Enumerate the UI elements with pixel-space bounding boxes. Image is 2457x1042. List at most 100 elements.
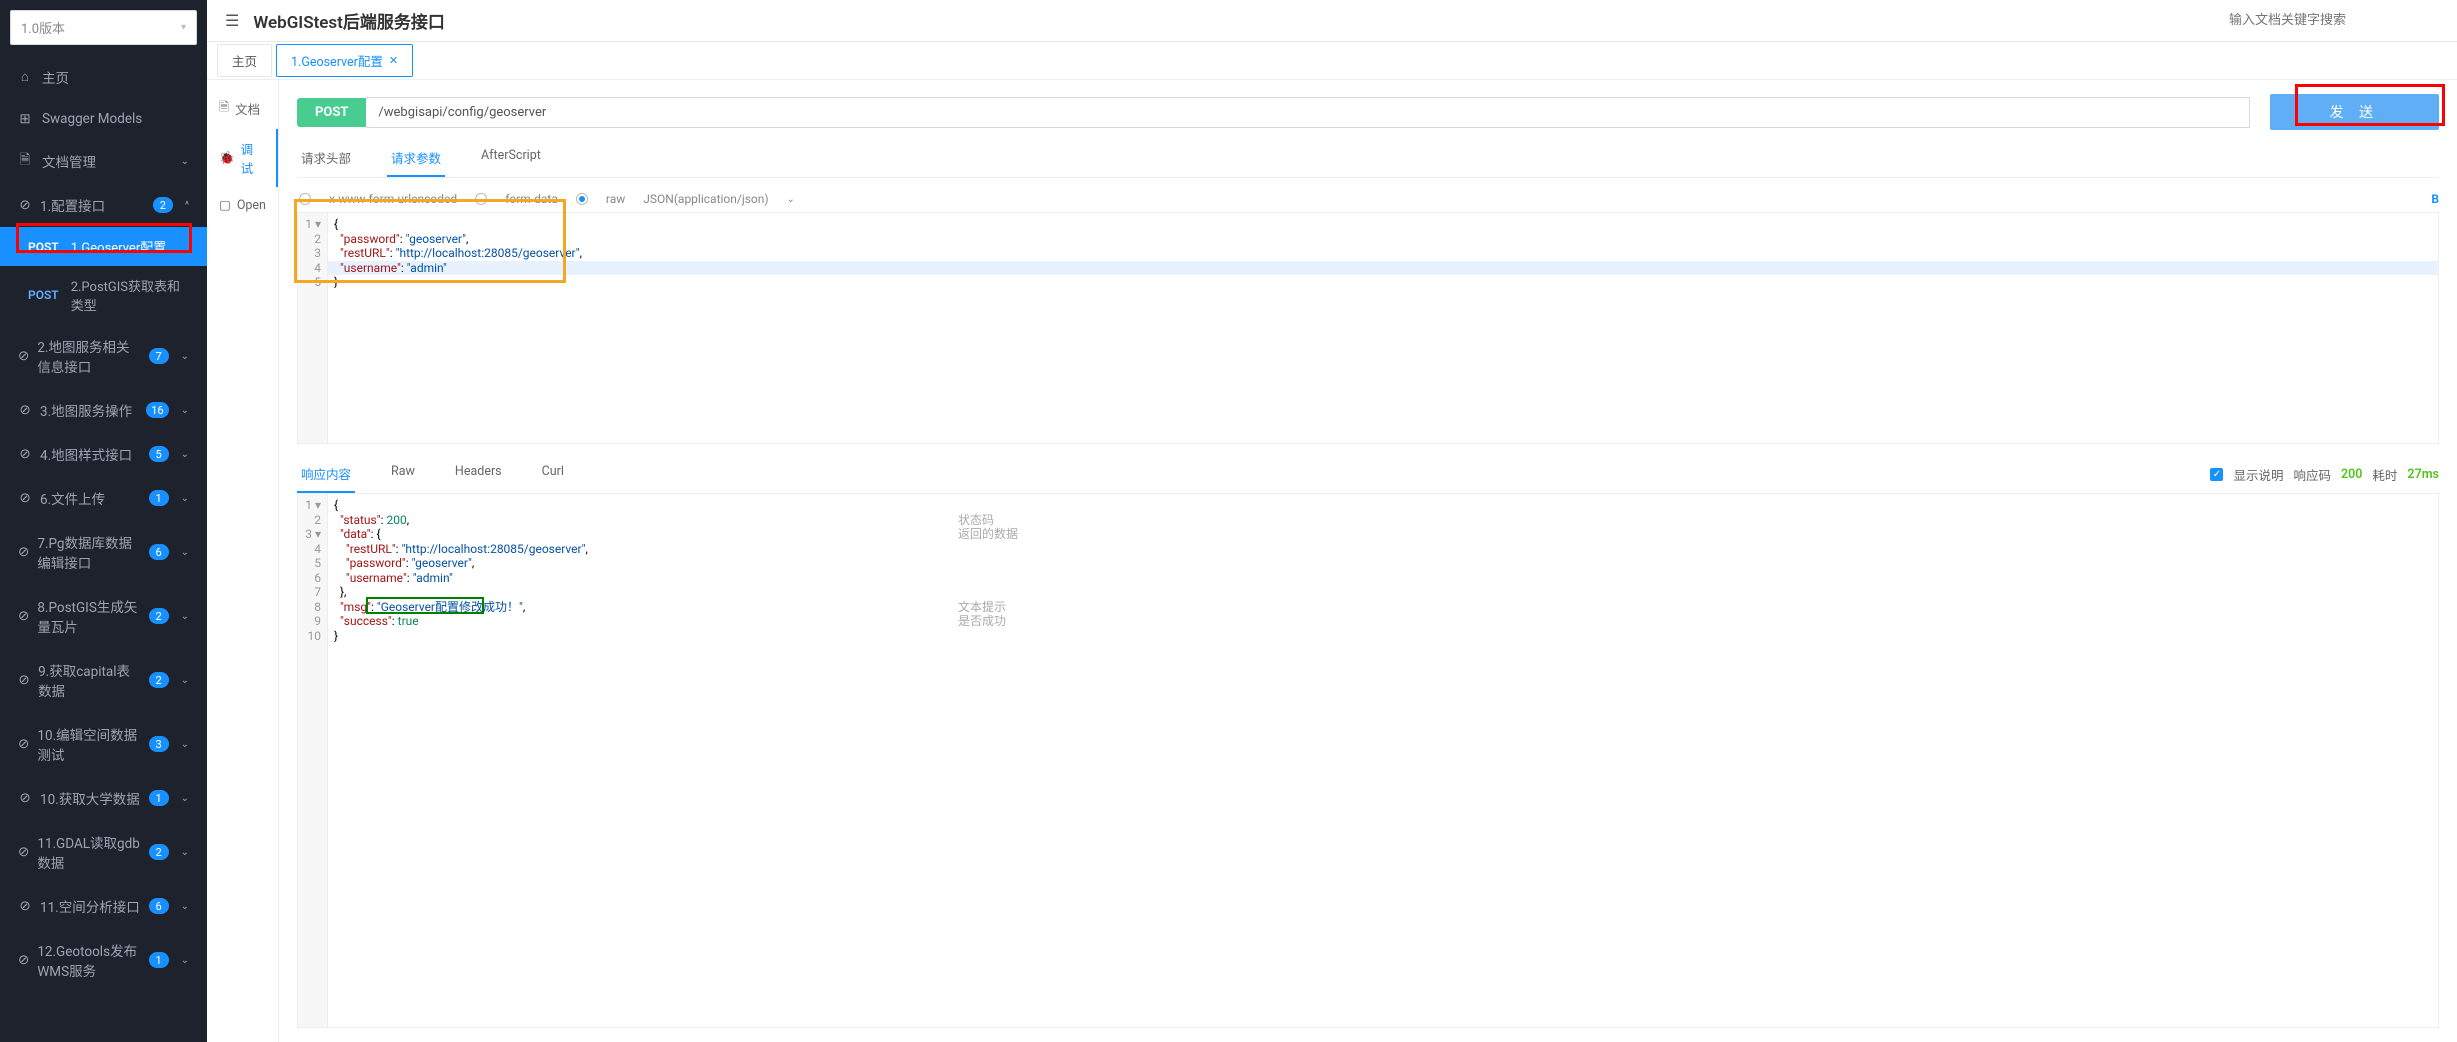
req-tab-headers[interactable]: 请求头部 — [297, 140, 355, 177]
mini-doc[interactable]: 🗎文档 — [207, 88, 278, 129]
radio-urlencoded[interactable] — [299, 193, 311, 205]
response-body[interactable]: 1 ▾23 ▾45678910 { "status": 200, "data":… — [297, 494, 2439, 1028]
method-badge: POST — [297, 98, 366, 127]
nav-section-8[interactable]: ⊘8.PostGIS生成矢量瓦片2⌄ — [0, 584, 207, 648]
nav-section-7[interactable]: ⊘7.Pg数据库数据编辑接口6⌄ — [0, 520, 207, 584]
link-icon: ⊘ — [18, 673, 30, 687]
badge-count: 2 — [149, 608, 169, 624]
chevron-up-icon: ^ — [185, 200, 189, 211]
chevron-down-icon: ⌄ — [181, 493, 189, 504]
status-code: 200 — [2341, 467, 2362, 482]
link-icon: ⊘ — [18, 545, 29, 559]
link-icon: ⊘ — [18, 491, 32, 505]
nav-section-1[interactable]: ⊘ 1.配置接口 2 ^ — [0, 183, 207, 227]
home-icon: ⌂ — [18, 70, 32, 84]
nav-section-label: 6.文件上传 — [40, 488, 105, 508]
badge-count: 2 — [153, 197, 173, 213]
nav-docmgmt-label: 文档管理 — [42, 151, 96, 171]
swagger-icon: ⊞ — [18, 112, 32, 126]
time-label: 耗时 — [2372, 465, 2397, 484]
tab-geoserver[interactable]: 1.Geoserver配置 ✕ — [276, 44, 413, 77]
link-icon: ⊘ — [18, 609, 29, 623]
req-tab-params[interactable]: 请求参数 — [387, 140, 445, 177]
mini-open[interactable]: ▢ Open — [207, 187, 278, 223]
version-select[interactable]: 1.0版本 ▾ — [10, 10, 197, 45]
mini-label: Open — [237, 198, 266, 213]
sidebar: 1.0版本 ▾ ⌂ 主页 ⊞ Swagger Models 🗎 文档管理 ⌄ ⊘… — [0, 0, 207, 1042]
nav-section-11a[interactable]: ⊘11.GDAL读取gdb数据2⌄ — [0, 820, 207, 884]
show-desc-label: 显示说明 — [2233, 465, 2283, 484]
send-button[interactable]: 发 送 — [2270, 94, 2439, 130]
radio-formdata[interactable] — [475, 193, 487, 205]
link-icon: ⊘ — [18, 737, 29, 751]
method-tag: POST — [28, 288, 59, 302]
app-title: WebGIStest后端服务接口 — [253, 8, 445, 33]
nav-section-2[interactable]: ⊘2.地图服务相关信息接口7⌄ — [0, 324, 207, 388]
nav-section-10b[interactable]: ⊘10.获取大学数据1⌄ — [0, 776, 207, 820]
badge-count: 2 — [149, 672, 169, 688]
resp-tab-headers[interactable]: Headers — [451, 456, 506, 493]
status-label: 响应码 — [2293, 465, 2331, 484]
tab-label: 1.Geoserver配置 — [291, 51, 383, 70]
link-icon: ⊘ — [18, 447, 32, 461]
nav-sub-label: 2.PostGIS获取表和类型 — [71, 276, 189, 314]
code-body[interactable]: { "password": "geoserver", "restURL": "h… — [328, 213, 2438, 443]
chevron-down-icon[interactable]: ⌄ — [787, 194, 795, 205]
chevron-down-icon: ⌄ — [181, 156, 189, 167]
nav-section-label: 4.地图样式接口 — [40, 444, 132, 464]
mini-label: 文档 — [235, 99, 260, 118]
bt-label: raw — [606, 192, 625, 206]
search-input[interactable] — [2219, 8, 2439, 33]
nav-section-label: 11.GDAL读取gdb数据 — [37, 832, 140, 872]
checkbox-icon[interactable]: ✓ — [2210, 468, 2223, 481]
url-input[interactable] — [366, 97, 2249, 128]
mini-sidebar: 🗎文档 🐞调试 ▢ Open — [207, 80, 279, 1042]
badge-count: 6 — [149, 544, 169, 560]
nav-section-4[interactable]: ⊘4.地图样式接口5⌄ — [0, 432, 207, 476]
badge-count: 1 — [149, 790, 169, 806]
resp-tab-curl[interactable]: Curl — [538, 456, 568, 493]
nav-section-11b[interactable]: ⊘11.空间分析接口6⌄ — [0, 884, 207, 928]
beautify-icon[interactable]: B — [2431, 192, 2439, 206]
nav-section-3[interactable]: ⊘3.地图服务操作16⌄ — [0, 388, 207, 432]
collapse-icon[interactable]: ☰ — [225, 11, 239, 30]
open-icon: ▢ — [219, 197, 231, 213]
chevron-down-icon: ⌄ — [181, 739, 189, 750]
tab-home[interactable]: 主页 — [217, 44, 272, 77]
radio-raw[interactable] — [576, 193, 588, 205]
gutter: 1 ▾2345 — [298, 213, 328, 443]
resp-tab-raw[interactable]: Raw — [387, 456, 419, 493]
link-icon: ⊘ — [18, 403, 32, 417]
nav-section-label: 11.空间分析接口 — [40, 896, 140, 916]
nav-section-6[interactable]: ⊘6.文件上传1⌄ — [0, 476, 207, 520]
link-icon: ⊘ — [18, 349, 29, 363]
bt-label: x-www-form-urlencoded — [329, 192, 457, 206]
response-meta: ✓ 显示说明 响应码 200 耗时 27ms — [2210, 456, 2439, 493]
request-body-editor[interactable]: 1 ▾2345 { "password": "geoserver", "rest… — [297, 212, 2439, 444]
close-icon[interactable]: ✕ — [389, 54, 398, 67]
nav-section-9[interactable]: ⊘9.获取capital表数据2⌄ — [0, 648, 207, 712]
badge-count: 2 — [149, 844, 169, 860]
nav-sub-geoserver[interactable]: POST 1.Geoserver配置 — [0, 227, 207, 266]
nav-sub-postgis[interactable]: POST 2.PostGIS获取表和类型 — [0, 266, 207, 324]
nav-section-label: 2.地图服务相关信息接口 — [37, 336, 140, 376]
nav-section-12[interactable]: ⊘12.Geotools发布WMS服务1⌄ — [0, 928, 207, 992]
nav-home[interactable]: ⌂ 主页 — [0, 55, 207, 99]
mini-debug[interactable]: 🐞调试 — [207, 129, 278, 187]
resp-tab-body[interactable]: 响应内容 — [297, 456, 355, 493]
badge-count: 6 — [149, 898, 169, 914]
mini-label: 调试 — [241, 139, 264, 177]
req-tab-after[interactable]: AfterScript — [477, 140, 545, 177]
chevron-down-icon: ⌄ — [181, 847, 189, 858]
nav-swagger[interactable]: ⊞ Swagger Models — [0, 99, 207, 139]
chevron-down-icon: ⌄ — [181, 449, 189, 460]
body-type-row: x-www-form-urlencoded form-data raw JSON… — [297, 186, 2439, 212]
nav-section-label: 3.地图服务操作 — [40, 400, 132, 420]
tab-label: 主页 — [232, 51, 257, 70]
top-header: ☰ WebGIStest后端服务接口 — [207, 0, 2457, 42]
nav-section-10a[interactable]: ⊘10.编辑空间数据测试3⌄ — [0, 712, 207, 776]
nav-section-1-label: 1.配置接口 — [40, 195, 105, 215]
nav-sub-label: 1.Geoserver配置 — [71, 237, 167, 256]
nav-docmgmt[interactable]: 🗎 文档管理 ⌄ — [0, 139, 207, 183]
resp-code-body[interactable]: { "status": 200, "data": { "restURL": "h… — [328, 494, 2438, 1027]
